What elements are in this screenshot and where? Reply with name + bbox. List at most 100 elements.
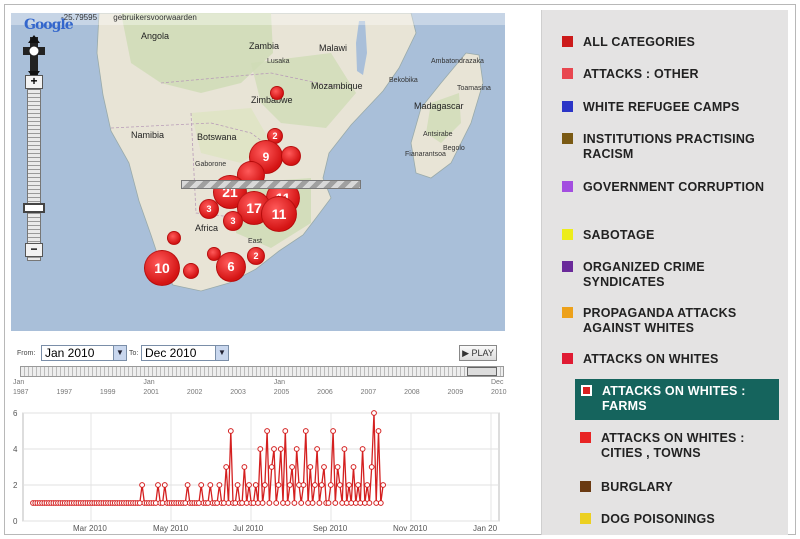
chart-point[interactable] <box>136 500 143 506</box>
chart-point[interactable] <box>380 482 387 488</box>
from-select[interactable]: Jan 2010 ▼ <box>41 345 127 361</box>
chart-point[interactable] <box>355 482 362 488</box>
chart-point[interactable] <box>207 482 214 488</box>
chart-point[interactable] <box>298 500 305 506</box>
chart-point[interactable] <box>309 500 316 506</box>
chart-point[interactable] <box>318 482 325 488</box>
legend-item[interactable]: WHITE REFUGEE CAMPS <box>562 100 740 115</box>
map-marker[interactable] <box>270 86 284 100</box>
chart-point[interactable] <box>350 464 357 470</box>
chart-point[interactable] <box>271 446 277 452</box>
map-view[interactable]: -25.79595 gebruikersvoorwaarden Google A… <box>11 13 505 331</box>
chart-point[interactable] <box>262 482 268 488</box>
chart-point[interactable] <box>346 482 352 488</box>
map-timeline-overlay[interactable] <box>181 180 361 189</box>
zoom-in-button[interactable]: + <box>25 75 43 89</box>
time-range-slider[interactable] <box>20 366 504 377</box>
chart-point[interactable] <box>371 410 377 416</box>
chart-point[interactable] <box>255 500 261 506</box>
chart-point[interactable] <box>161 482 168 488</box>
chart-point[interactable] <box>196 500 202 506</box>
chart-point[interactable] <box>291 500 298 506</box>
chart-point[interactable] <box>273 500 280 506</box>
map-marker[interactable]: 6 <box>216 252 246 282</box>
chart-point[interactable] <box>375 428 382 434</box>
chart-point[interactable] <box>300 482 307 488</box>
pan-control[interactable] <box>19 35 49 79</box>
chart-point[interactable] <box>155 482 161 488</box>
chart-point[interactable] <box>227 428 234 434</box>
play-button[interactable]: ▶ PLAY <box>459 345 497 361</box>
chart-point[interactable] <box>293 446 300 452</box>
chart-point[interactable] <box>357 500 364 506</box>
zoom-slider-handle[interactable] <box>23 203 45 213</box>
chart-point[interactable] <box>341 446 348 452</box>
chart-point[interactable] <box>282 428 289 434</box>
legend-item[interactable]: INSTITUTIONS PRACTISING RACISM <box>562 132 768 162</box>
legend-item[interactable]: BURGLARY <box>580 480 673 495</box>
chart-point[interactable] <box>377 500 384 506</box>
chart-point[interactable] <box>330 428 337 434</box>
map-marker[interactable]: 3 <box>199 199 219 219</box>
chart-point[interactable] <box>366 500 373 506</box>
chart-point[interactable] <box>337 482 343 488</box>
chart-point[interactable] <box>284 500 291 506</box>
legend-item[interactable]: ATTACKS ON WHITES : CITIES , TOWNS <box>580 431 761 461</box>
chart-point[interactable] <box>232 500 239 506</box>
zoom-slider-track[interactable] <box>27 89 41 261</box>
chart-point[interactable] <box>268 464 275 470</box>
map-marker[interactable] <box>167 231 181 245</box>
chart-point[interactable] <box>325 500 332 506</box>
legend-item[interactable]: SABOTAGE <box>562 228 655 243</box>
chart-point[interactable] <box>289 464 296 470</box>
chart-point[interactable] <box>259 500 266 506</box>
chart-point[interactable] <box>239 500 246 506</box>
map-marker[interactable] <box>281 146 301 166</box>
chart-point[interactable] <box>184 482 191 488</box>
map-marker[interactable] <box>183 263 199 279</box>
chart-point[interactable] <box>246 482 252 488</box>
chart-point[interactable] <box>364 482 371 488</box>
chart-point[interactable] <box>280 500 286 506</box>
map-marker[interactable]: 11 <box>261 196 297 232</box>
chart-point[interactable] <box>264 428 271 434</box>
chart-point[interactable] <box>223 464 230 470</box>
chart-point[interactable] <box>373 500 380 506</box>
chart-point[interactable] <box>314 446 321 452</box>
chart-point[interactable] <box>312 482 318 488</box>
chart-point[interactable] <box>307 464 314 470</box>
legend-item[interactable]: ALL CATEGORIES <box>562 35 695 50</box>
chart-point[interactable] <box>321 464 327 470</box>
chart-point[interactable] <box>275 482 282 488</box>
legend-item[interactable]: ATTACKS ON WHITES : FARMS <box>575 379 779 420</box>
chart-point[interactable] <box>216 482 223 488</box>
legend-item[interactable]: ATTACKS : OTHER <box>562 67 699 82</box>
chart-point[interactable] <box>332 500 339 506</box>
chart-point[interactable] <box>316 500 323 506</box>
map-marker[interactable]: 2 <box>247 247 265 265</box>
chart-point[interactable] <box>214 500 221 506</box>
chart-point[interactable] <box>334 464 341 470</box>
chart-point[interactable] <box>368 464 375 470</box>
chart-point[interactable] <box>252 482 259 488</box>
map-marker[interactable]: 3 <box>223 211 243 231</box>
chart-point[interactable] <box>241 464 248 470</box>
legend-item[interactable]: DOG POISONINGS <box>580 512 715 527</box>
chart-point[interactable] <box>257 446 264 452</box>
chart-point[interactable] <box>234 482 241 488</box>
chart-point[interactable] <box>139 482 146 488</box>
chart-point[interactable] <box>287 482 293 488</box>
chart-point[interactable] <box>266 500 273 506</box>
time-range-handle[interactable] <box>467 367 497 376</box>
map-marker[interactable]: 10 <box>144 250 180 286</box>
chart-point[interactable] <box>205 500 211 506</box>
chart-point[interactable] <box>221 500 227 506</box>
legend-item[interactable]: GOVERNMENT CORRUPTION <box>562 180 768 195</box>
legend-item[interactable]: ATTACKS ON WHITES <box>562 352 719 367</box>
chart-point[interactable] <box>277 446 284 452</box>
chart-point[interactable] <box>198 482 205 488</box>
chart-point[interactable] <box>348 500 355 506</box>
chart-point[interactable] <box>327 482 334 488</box>
legend-item[interactable]: ORGANIZED CRIME SYNDICATES <box>562 260 768 290</box>
chart-point[interactable] <box>302 428 309 434</box>
